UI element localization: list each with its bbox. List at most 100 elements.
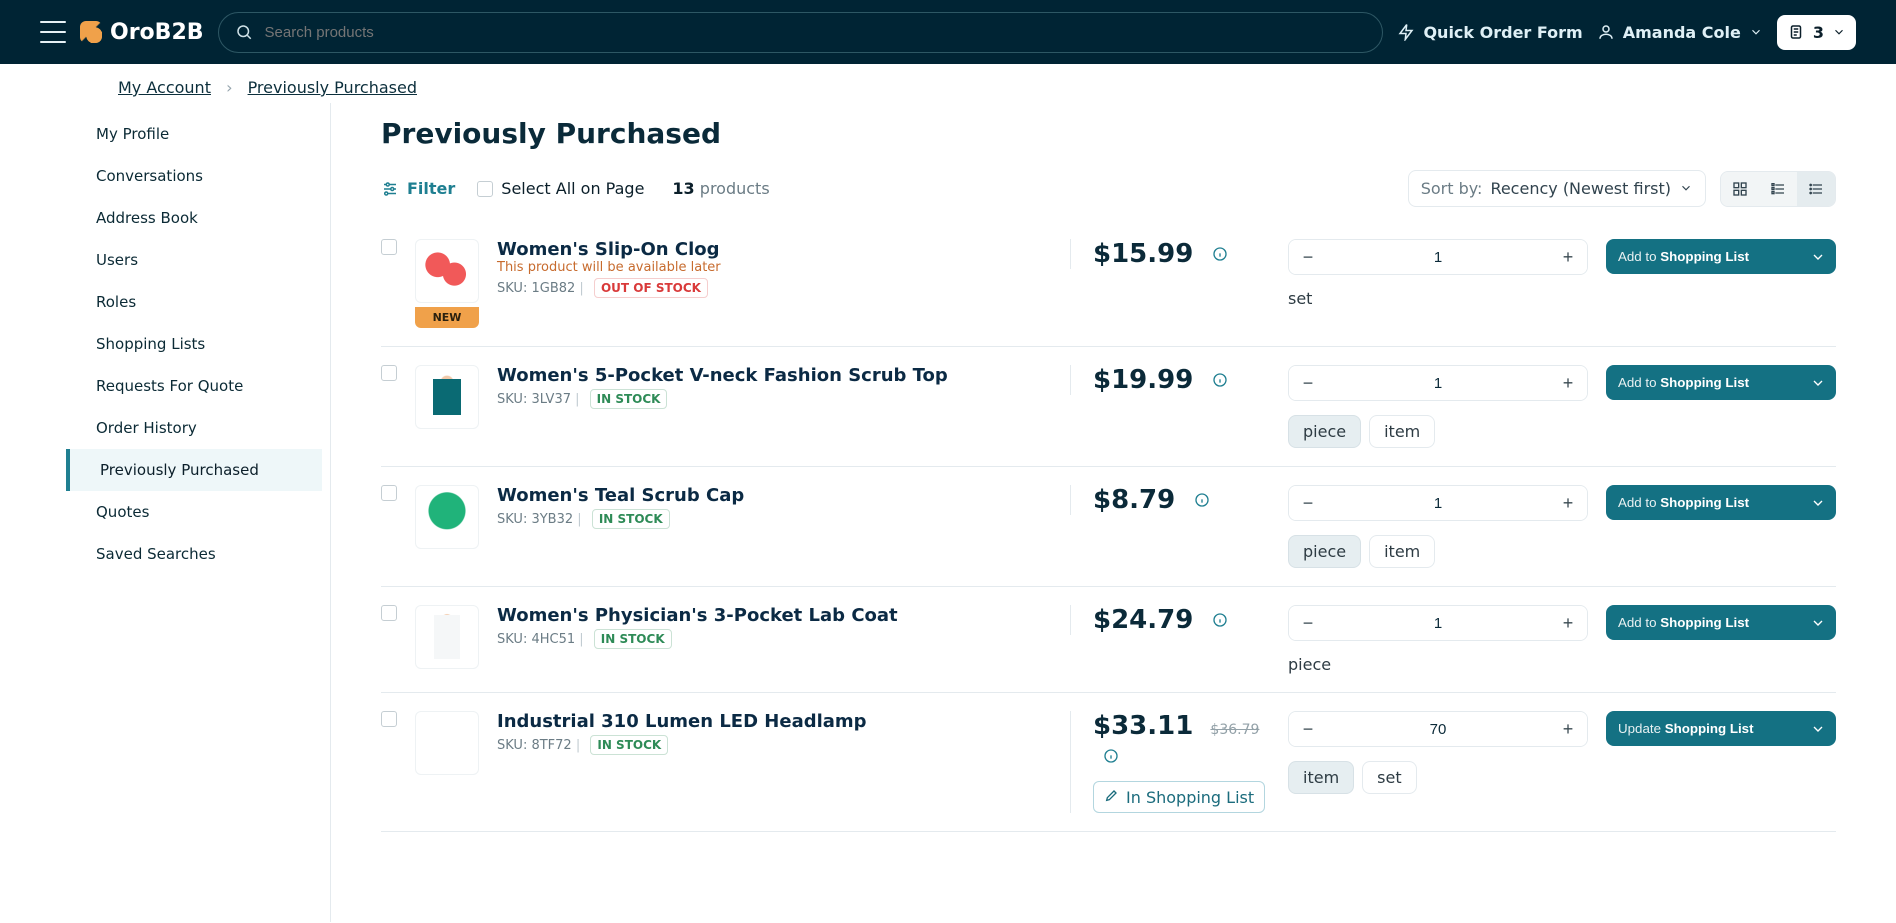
product-title[interactable]: Women's 5-Pocket V-neck Fashion Scrub To… <box>497 365 948 386</box>
price-value: $24.79 <box>1093 605 1193 635</box>
add-caret[interactable] <box>1800 485 1836 520</box>
qty-plus[interactable]: + <box>1549 606 1587 640</box>
info-icon[interactable] <box>1212 239 1228 269</box>
view-compact[interactable] <box>1797 172 1835 206</box>
sidebar-item[interactable]: Requests For Quote <box>76 365 322 407</box>
sku-prefix: SKU: <box>497 392 531 407</box>
add-to-list-button[interactable]: Add to Shopping List <box>1606 485 1800 520</box>
uom-chip[interactable]: item <box>1369 415 1435 448</box>
product-title[interactable]: Women's Slip-On Clog <box>497 239 720 260</box>
thumb-wrap <box>415 365 479 429</box>
old-price: $36.79 <box>1210 722 1259 738</box>
uom-chip[interactable]: set <box>1362 761 1416 794</box>
sku-value: 3YB32 <box>531 512 573 527</box>
sidebar-item[interactable]: Saved Searches <box>76 533 322 575</box>
product-title[interactable]: Women's Physician's 3-Pocket Lab Coat <box>497 605 898 626</box>
sidebar-item[interactable]: Conversations <box>76 155 322 197</box>
qty-input[interactable] <box>1327 606 1549 640</box>
qty-plus[interactable]: + <box>1549 712 1587 746</box>
cart-button[interactable]: 3 <box>1777 15 1856 50</box>
row-checkbox[interactable] <box>381 485 397 501</box>
uom-chip[interactable]: item <box>1288 761 1354 794</box>
product-title[interactable]: Industrial 310 Lumen LED Headlamp <box>497 711 867 732</box>
add-caret[interactable] <box>1800 605 1836 640</box>
price-value: $19.99 <box>1093 365 1193 395</box>
price: $8.79 <box>1093 485 1270 515</box>
product-thumb[interactable] <box>415 485 479 549</box>
qty-minus[interactable]: − <box>1289 606 1327 640</box>
product-thumb[interactable] <box>415 605 479 669</box>
add-to-list-button[interactable]: Add to Shopping List <box>1606 239 1800 274</box>
sidebar-item[interactable]: Order History <box>76 407 322 449</box>
qty-stepper: − + <box>1288 365 1588 401</box>
product-row: Industrial 310 Lumen LED Headlamp SKU: 8… <box>381 693 1836 832</box>
update-list-button[interactable]: Update Shopping List <box>1606 711 1800 746</box>
sort-dropdown[interactable]: Sort by: Recency (Newest first) <box>1408 170 1706 207</box>
price-value: $15.99 <box>1093 239 1193 269</box>
sku-value: 8TF72 <box>531 738 571 753</box>
qty-plus[interactable]: + <box>1549 240 1587 274</box>
qty-minus[interactable]: − <box>1289 366 1327 400</box>
sidebar-item[interactable]: Previously Purchased <box>66 449 322 491</box>
qty-plus[interactable]: + <box>1549 486 1587 520</box>
search-field[interactable] <box>218 12 1384 53</box>
qty-input[interactable] <box>1327 240 1549 274</box>
sku-line: SKU: 3LV37 | IN STOCK <box>497 392 1052 407</box>
product-thumb[interactable] <box>415 711 479 775</box>
breadcrumb-current[interactable]: Previously Purchased <box>248 78 417 97</box>
view-list[interactable] <box>1759 172 1797 206</box>
in-shopping-list-badge[interactable]: In Shopping List <box>1093 781 1265 813</box>
sidebar-item[interactable]: Quotes <box>76 491 322 533</box>
row-checkbox[interactable] <box>381 711 397 727</box>
qty-plus[interactable]: + <box>1549 366 1587 400</box>
sku-prefix: SKU: <box>497 512 531 527</box>
chevron-down-icon <box>1749 24 1763 43</box>
add-caret[interactable] <box>1800 711 1836 746</box>
breadcrumb-root[interactable]: My Account <box>118 78 211 97</box>
stock-badge: OUT OF STOCK <box>594 278 708 298</box>
sidebar-item[interactable]: Users <box>76 239 322 281</box>
sidebar-item[interactable]: Address Book <box>76 197 322 239</box>
product-thumb[interactable] <box>415 239 479 303</box>
qty-minus[interactable]: − <box>1289 486 1327 520</box>
info-icon[interactable] <box>1212 605 1228 635</box>
user-menu[interactable]: Amanda Cole <box>1597 23 1763 42</box>
sidebar-item[interactable]: Shopping Lists <box>76 323 322 365</box>
qty-minus[interactable]: − <box>1289 712 1327 746</box>
brand-logo[interactable]: OroB2B <box>80 20 204 45</box>
qty-minus[interactable]: − <box>1289 240 1327 274</box>
add-to-list-button[interactable]: Add to Shopping List <box>1606 605 1800 640</box>
product-title[interactable]: Women's Teal Scrub Cap <box>497 485 744 506</box>
uom-chip[interactable]: piece <box>1288 415 1361 448</box>
checkbox[interactable] <box>477 181 493 197</box>
row-checkbox[interactable] <box>381 365 397 381</box>
thumb-wrap <box>415 605 479 669</box>
uom-label: set <box>1288 289 1312 308</box>
pencil-icon <box>1104 787 1120 807</box>
qty-input[interactable] <box>1327 486 1549 520</box>
sidebar-item[interactable]: Roles <box>76 281 322 323</box>
view-grid[interactable] <box>1721 172 1759 206</box>
uom-chip[interactable]: piece <box>1288 535 1361 568</box>
add-caret[interactable] <box>1800 365 1836 400</box>
sku-value: 3LV37 <box>531 392 571 407</box>
uom-chip[interactable]: item <box>1369 535 1435 568</box>
sidebar-item[interactable]: My Profile <box>76 113 322 155</box>
add-to-list-button[interactable]: Add to Shopping List <box>1606 365 1800 400</box>
info-icon[interactable] <box>1212 365 1228 395</box>
add-caret[interactable] <box>1800 239 1836 274</box>
search-input[interactable] <box>263 23 1367 42</box>
info-icon[interactable] <box>1194 485 1210 515</box>
menu-hamburger[interactable] <box>40 21 66 43</box>
product-thumb[interactable] <box>415 365 479 429</box>
quick-order-link[interactable]: Quick Order Form <box>1397 23 1582 42</box>
brand-mark-icon <box>80 21 102 43</box>
info-icon[interactable] <box>1103 741 1119 771</box>
select-all[interactable]: Select All on Page <box>477 179 644 198</box>
row-checkbox[interactable] <box>381 605 397 621</box>
qty-input[interactable] <box>1327 712 1549 746</box>
qty-input[interactable] <box>1327 366 1549 400</box>
row-checkbox[interactable] <box>381 239 397 255</box>
qty-stepper: − + <box>1288 605 1588 641</box>
filter-button[interactable]: Filter <box>381 179 455 198</box>
